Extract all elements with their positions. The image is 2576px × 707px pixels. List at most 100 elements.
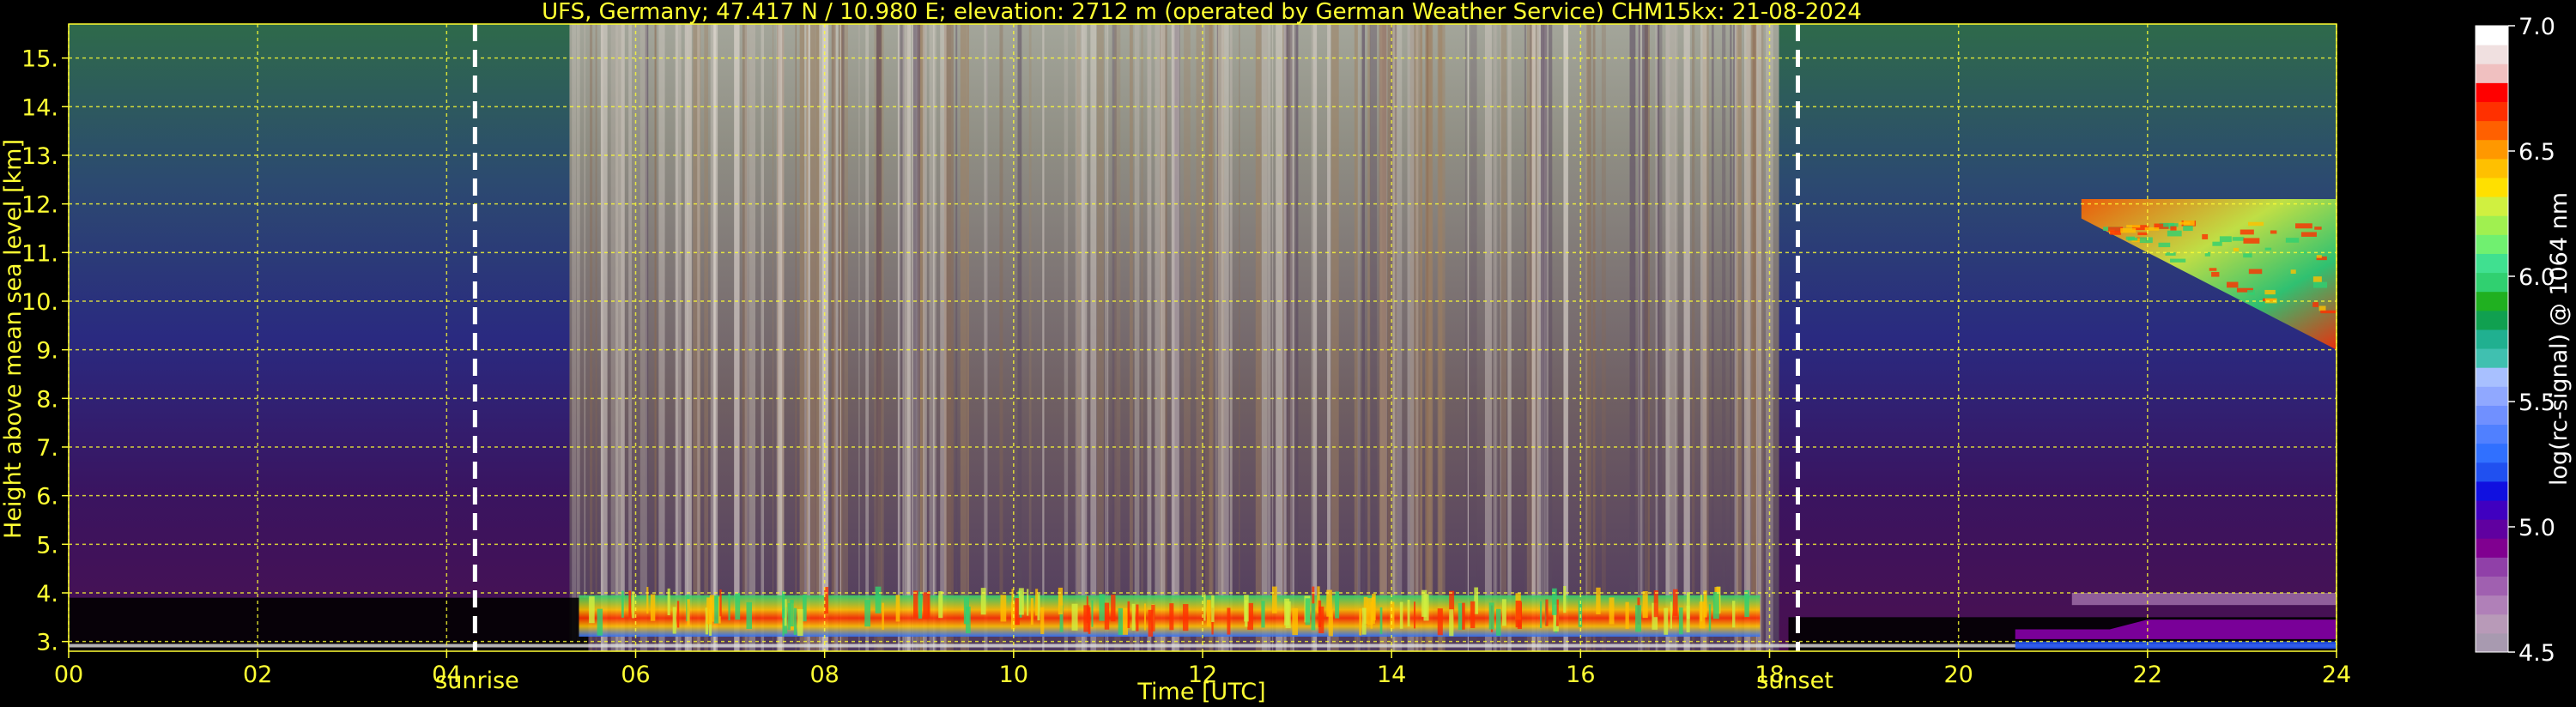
noise-streak [1028, 24, 1032, 651]
cirrus-filament [2316, 255, 2322, 258]
boundary-layer-cell [1540, 601, 1543, 628]
boundary-layer-cell [1501, 599, 1506, 626]
colorbar-tick-label: 5.0 [2518, 515, 2555, 541]
boundary-layer-cell [1143, 603, 1147, 631]
colorbar-tick-label: 6.5 [2518, 139, 2555, 166]
noise-streak [967, 24, 969, 651]
noise-streak [734, 24, 740, 651]
colorbar-swatch [2476, 632, 2508, 653]
boundary-layer-cell [621, 590, 624, 618]
noise-streak [984, 24, 988, 651]
boundary-layer-cell [1678, 607, 1683, 635]
colorbar-tick-label: 7.0 [2518, 14, 2555, 40]
noise-streak [1017, 24, 1022, 651]
noise-streak [1330, 24, 1339, 651]
boundary-layer-cell [1131, 603, 1136, 631]
y-axis-label: Height above mean sea level [km] [0, 139, 27, 539]
noise-streak [823, 24, 828, 651]
noise-streak [815, 24, 820, 651]
boundary-layer-cell [1653, 590, 1658, 618]
colorbar-swatch [2476, 613, 2508, 634]
noise-streak [1531, 24, 1536, 651]
noise-streak [1524, 24, 1526, 651]
colorbar-swatch [2476, 177, 2508, 197]
noise-streak [1665, 24, 1670, 651]
noise-streak [806, 24, 809, 651]
noise-streak [902, 24, 910, 651]
cirrus-filament [2248, 269, 2263, 275]
surface-layer [2015, 641, 2337, 650]
noise-streak [589, 24, 593, 651]
cirrus-filament [2183, 226, 2193, 232]
colorbar-swatch [2476, 101, 2508, 122]
noise-streak [1467, 24, 1469, 651]
noise-streak [923, 24, 927, 651]
boundary-layer-cell [589, 596, 595, 624]
boundary-layer-cell [864, 600, 871, 627]
noise-streak [912, 24, 921, 651]
colorbar-swatch [2476, 538, 2508, 558]
boundary-layer-cell [913, 590, 918, 618]
boundary-layer-cell [706, 597, 713, 625]
cirrus-filament [2120, 228, 2137, 233]
noise-streak [1286, 24, 1293, 651]
boundary-layer-cell [1111, 594, 1116, 622]
noise-streak [615, 24, 622, 651]
noise-streak [1438, 24, 1443, 651]
noise-streak [950, 24, 954, 651]
colorbar-swatch [2476, 139, 2508, 160]
colorbar-swatch [2476, 462, 2508, 482]
noise-streak [1369, 24, 1378, 651]
noise-streak [1733, 24, 1736, 651]
noise-streak [1161, 24, 1166, 651]
noise-streak [1196, 24, 1203, 651]
noise-streak [1484, 24, 1492, 651]
boundary-layer-cell [1030, 598, 1033, 625]
cirrus-filament [2312, 276, 2322, 282]
cirrus-filament [2170, 226, 2177, 231]
noise-streak [1082, 24, 1088, 651]
boundary-layer-cell [1686, 592, 1690, 619]
colorbar-swatch [2476, 120, 2508, 141]
noise-streak [955, 24, 958, 651]
noise-streak [744, 24, 749, 651]
noise-streak [1426, 24, 1429, 651]
noise-streak [1255, 24, 1262, 651]
colorbar-swatch [2476, 215, 2508, 235]
colorbar-swatch [2476, 557, 2508, 577]
cirrus-filament [2139, 237, 2153, 244]
boundary-layer-cell [597, 608, 603, 636]
boundary-layer-cell [1390, 601, 1395, 629]
noise-streak [1730, 24, 1732, 651]
colorbar: 4.55.05.56.06.57.0 [2475, 14, 2555, 667]
cirrus-filament [2240, 229, 2254, 235]
boundary-layer-cell [632, 591, 635, 619]
noise-streak [1354, 24, 1359, 651]
noise-streak [639, 24, 647, 651]
cirrus-filament [2219, 236, 2232, 243]
noise-streak [1147, 24, 1152, 651]
y-tick-label: 9. [36, 338, 58, 365]
noise-streak [865, 24, 870, 651]
noise-streak [1507, 24, 1512, 651]
y-tick-label: 5. [36, 532, 58, 559]
cirrus-filament [2285, 238, 2300, 243]
cirrus-filament [2211, 272, 2220, 277]
colorbar-swatch [2476, 253, 2508, 274]
noise-streak [1749, 24, 1751, 651]
noise-streak [749, 24, 756, 651]
noise-streak [874, 24, 876, 651]
cirrus-filament [2270, 230, 2277, 234]
residual-layer [2071, 593, 2337, 606]
boundary-layer-cell [1488, 602, 1494, 630]
y-tick-label: 15. [21, 46, 58, 73]
noise-streak [1361, 24, 1366, 651]
boundary-layer-cell [1182, 604, 1189, 631]
y-tick-label: 13. [21, 143, 58, 170]
x-tick-label: 08 [809, 662, 839, 688]
noise-streak [1276, 24, 1283, 651]
noise-streak [1090, 24, 1097, 651]
cirrus-filament [2167, 230, 2182, 237]
noise-streak [1563, 24, 1568, 651]
boundary-layer-cell [1545, 599, 1549, 626]
